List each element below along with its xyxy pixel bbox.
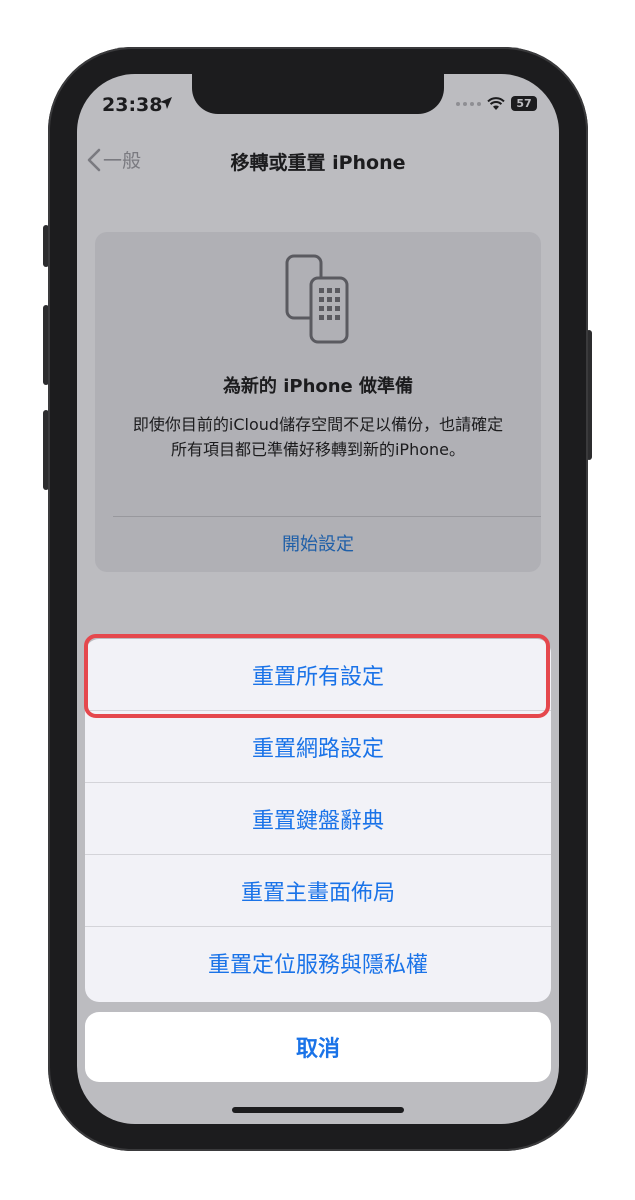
reset-home-screen-layout-button[interactable]: 重置主畫面佈局 xyxy=(85,855,551,927)
start-setup-link[interactable]: 開始設定 xyxy=(95,530,541,556)
phone-screen: 23:38 57 一般 移轉或重置 iPhone 為新的 iPhone 做準備 … xyxy=(77,74,559,1124)
page-title: 移轉或重置 iPhone xyxy=(230,152,406,174)
prepare-card: 為新的 iPhone 做準備 即使你目前的iCloud儲存空間不足以備份，也請確… xyxy=(95,232,541,572)
cancel-button[interactable]: 取消 xyxy=(85,1012,551,1082)
battery-icon: 57 xyxy=(511,96,537,111)
home-indicator[interactable] xyxy=(232,1107,404,1113)
status-time: 23:38 xyxy=(102,94,163,116)
highlight-box xyxy=(84,634,550,718)
reset-keyboard-dictionary-button[interactable]: 重置鍵盤辭典 xyxy=(85,783,551,855)
wifi-icon xyxy=(487,96,505,110)
card-description: 即使你目前的iCloud儲存空間不足以備份，也請確定所有項目都已準備好移轉到新的… xyxy=(132,415,504,459)
status-right: 57 xyxy=(456,96,537,111)
notch xyxy=(192,74,444,114)
card-divider xyxy=(113,516,541,517)
reset-location-privacy-button[interactable]: 重置定位服務與隱私權 xyxy=(85,927,551,998)
two-phones-icon xyxy=(285,254,349,344)
location-arrow-icon xyxy=(160,97,172,109)
reset-network-settings-button[interactable]: 重置網路設定 xyxy=(85,711,551,783)
cellular-signal-icon xyxy=(456,101,481,106)
card-title: 為新的 iPhone 做準備 xyxy=(222,376,414,397)
